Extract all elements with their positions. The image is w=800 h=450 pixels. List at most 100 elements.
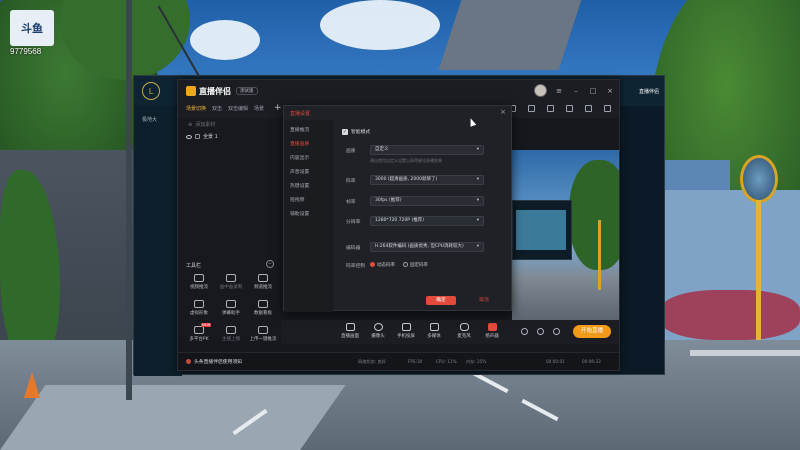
status-notice[interactable]: 头条直播伴侣使用须知 [186,358,242,365]
radio-fixed-label: 固定码率 [410,263,428,268]
wallpaper-overpass [438,0,582,70]
tab-scene-3[interactable]: 双击编辑 [228,105,248,112]
add-scene-button[interactable]: + [274,103,282,113]
bitrate-value: 3000 (超清画质, 2000就够了) [375,177,438,182]
nav-live-push[interactable]: 直播推流 [290,126,309,133]
chevron-down-icon: ▾ [476,147,479,152]
cancel-button[interactable]: 取消 [474,296,494,305]
speaker-icon [487,323,497,331]
tool-pip-record[interactable]: 画中画录制 [216,274,246,298]
radio-on-icon [370,262,375,267]
menu-icon[interactable]: ≡ [554,86,564,96]
wallpaper-pole [126,0,132,400]
wallpaper-sidewalk [0,385,346,450]
add-source-button[interactable]: ⊕ 添加素材 [188,121,216,129]
source-item[interactable]: 全景 1 [186,133,218,140]
top-right-tools [509,105,611,112]
encoder-select[interactable]: H.264软件编码 (画质优秀, 但CPU消耗较大) ▾ [370,242,484,252]
toolbar-label: 麦克风 [457,334,471,339]
tab-scene-2[interactable]: 双击 [212,105,222,112]
close-icon[interactable]: × [605,86,615,96]
tool-label: 弹幕助手 [222,311,240,316]
add-source-label: 添加素材 [195,122,216,128]
smart-mode-checkbox[interactable]: ✓ 智能模式 [342,128,370,135]
lock-icon[interactable] [195,134,200,139]
plus-icon: ⊕ [188,121,193,128]
tab-scene-switch[interactable]: 场景切换 [186,105,206,112]
bitrate-select[interactable]: 3000 (超清画质, 2000就够了) ▾ [370,175,484,185]
tool-multi-pk[interactable]: NEW 多平台PK [184,323,214,350]
app-logo: 直播伴侣 [186,86,231,97]
framerate-select[interactable]: 30fps (推荐) ▾ [370,196,484,206]
phone-cast-button[interactable]: 手机投屏 [393,323,419,339]
screen-capture-button[interactable]: 直播画面 [337,323,363,339]
nav-live-quality[interactable]: 直播画质 [290,140,309,147]
framerate-value: 30fps (推荐) [375,198,402,203]
nav-hotkeys[interactable]: 热键设置 [290,182,309,189]
tool-upload[interactable]: 上传一键推流 [248,326,278,350]
tool-video-push[interactable]: 视频推流 [184,274,214,298]
quality-select[interactable]: 自定义 ▾ [370,145,484,155]
tool-label: 多平台PK [189,337,209,342]
checkbox-icon[interactable]: ✓ [342,128,348,135]
status-message: 头条直播伴侣使用须知 [194,360,242,365]
quality-value: 自定义 [375,147,389,152]
live-settings-dialog: 直播设置 × 直播推流 直播画质 内容显示 声音设置 热键设置 短视频 辅助设置… [283,105,512,312]
notice-icon [186,359,191,364]
layout-icon[interactable] [566,105,573,112]
start-live-button[interactable]: 开始直播 [573,325,611,338]
confirm-button[interactable]: 确定 [426,296,456,305]
tool-danmaku[interactable]: 弹幕助手 [216,300,246,324]
speaker-button[interactable]: 扬声器 [479,323,505,339]
wallpaper-road-mirror [740,155,778,203]
nav-sound[interactable]: 声音设置 [290,168,309,175]
tab-scene-4[interactable]: 场景 [254,105,264,112]
app-logo-icon [186,86,196,96]
background-window-label: 直播伴侣 [638,89,659,95]
wallpaper-cloud [190,20,260,60]
radio-fixed-bitrate[interactable]: 固定码率 [403,262,428,268]
box-icon[interactable] [547,105,554,112]
nav-short-video[interactable]: 短视频 [290,196,304,203]
tool-avatar[interactable]: 虚拟形象 [184,300,214,324]
smart-mode-label: 智能模式 [351,130,371,135]
wallpaper-traffic-cone [24,372,40,398]
app-name: 直播伴侣 [199,86,231,96]
status-bar: 头条直播伴侣使用须知 网络状态: 良好 FPS:30 CPU: 11% 内存: … [178,352,619,370]
wallpaper-hedge [660,290,800,340]
media-button[interactable]: 多媒体 [421,323,447,339]
avatar-tool-icon [194,300,204,308]
eye-icon[interactable] [186,134,192,139]
live-preview[interactable] [512,150,619,320]
tool-go-live-main[interactable]: 主播上播 [216,326,246,350]
share-icon[interactable] [604,105,611,112]
stat-record-time: 00:06:33 [582,359,601,364]
camera-icon [373,323,383,331]
chevron-down-icon: ▾ [476,177,479,182]
game-client-item[interactable]: 极地大 [142,116,182,126]
toolbar-label: 摄像头 [371,334,385,339]
microphone-button[interactable]: 麦克风 [451,323,477,339]
camera-button[interactable]: 摄像头 [365,323,391,339]
user-avatar[interactable] [534,84,547,97]
maximize-icon[interactable]: □ [588,86,598,96]
minimize-icon[interactable]: – [571,86,581,96]
tool-label: 主播上播 [222,337,240,342]
radio-dynamic-bitrate[interactable]: 动态码率 [370,262,395,268]
preview-tree [569,160,619,270]
settings-gear-icon[interactable] [553,328,560,335]
close-icon[interactable]: × [500,108,506,116]
record-icon[interactable] [521,328,528,335]
nav-assist[interactable]: 辅助设置 [290,210,309,217]
tool-dashboard[interactable]: 数据看板 [248,300,278,324]
gift-icon[interactable] [585,105,592,112]
nav-content-display[interactable]: 内容显示 [290,154,309,161]
tools-collapse-button[interactable]: − [266,260,274,268]
bag-icon[interactable] [528,105,535,112]
settings-nav: 直播推流 直播画质 内容显示 声音设置 热键设置 短视频 辅助设置 [284,120,334,312]
eye-preview-icon[interactable] [537,328,544,335]
resolution-select[interactable]: 1280*720 720P (推荐) ▾ [370,216,484,226]
version-badge: 测试版 [236,87,258,95]
tool-channel-push[interactable]: 频道推流 [248,274,278,298]
chevron-down-icon: ▾ [476,218,479,223]
